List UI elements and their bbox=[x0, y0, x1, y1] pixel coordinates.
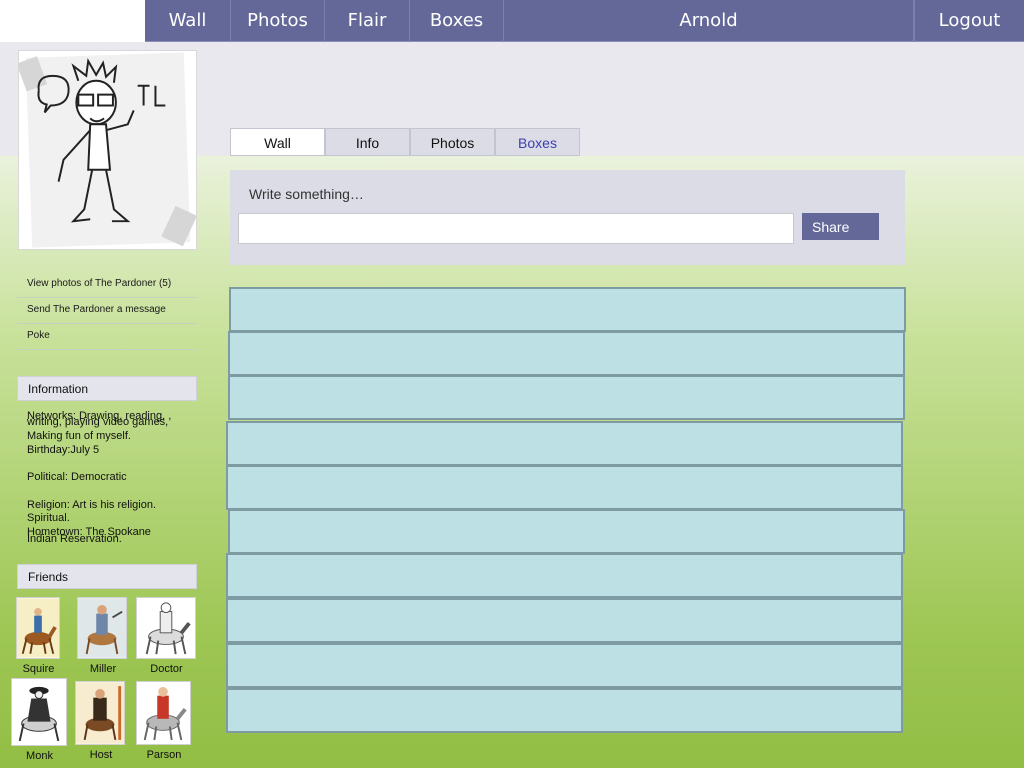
nav-flair[interactable]: Flair bbox=[325, 0, 410, 42]
nav-photos[interactable]: Photos bbox=[231, 0, 325, 42]
wall-post-input[interactable] bbox=[238, 213, 794, 244]
wall-post[interactable] bbox=[228, 375, 905, 420]
nav-user-name[interactable]: Arnold bbox=[504, 0, 914, 42]
friend-doctor-picture bbox=[136, 597, 196, 659]
nav-boxes[interactable]: Boxes bbox=[410, 0, 504, 42]
friend-parson-name: Parson bbox=[146, 749, 182, 761]
share-button[interactable]: Share bbox=[802, 213, 879, 240]
friends-header: Friends bbox=[17, 564, 197, 589]
wall-post[interactable] bbox=[226, 465, 903, 510]
info-religion-2: Spiritual. bbox=[27, 512, 70, 524]
wall-post[interactable] bbox=[226, 598, 903, 643]
tab-wall[interactable]: Wall bbox=[230, 128, 325, 156]
wall-post[interactable] bbox=[229, 287, 906, 332]
poke-link[interactable]: Poke bbox=[17, 324, 197, 350]
wall-composer: Write something… Share bbox=[230, 170, 905, 265]
info-hometown-2: Indian Reservation. bbox=[27, 533, 122, 545]
info-networks-3: Making fun of myself. bbox=[27, 430, 131, 442]
friend-parson[interactable]: Parson bbox=[136, 681, 192, 761]
topbar-blank bbox=[0, 0, 145, 42]
tab-info[interactable]: Info bbox=[325, 128, 410, 156]
friend-host-name: Host bbox=[89, 749, 113, 761]
information-header: Information bbox=[17, 376, 197, 401]
friend-squire[interactable]: Squire bbox=[16, 597, 61, 675]
composer-label: Write something… bbox=[249, 186, 364, 202]
info-religion-1: Religion: Art is his religion. bbox=[27, 499, 157, 511]
logout-button[interactable]: Logout bbox=[914, 0, 1024, 42]
wall-post[interactable] bbox=[226, 643, 903, 688]
wall-post[interactable] bbox=[228, 509, 905, 554]
friend-host-picture bbox=[75, 681, 125, 745]
friend-miller-picture bbox=[77, 597, 127, 659]
friend-squire-picture bbox=[16, 597, 60, 659]
info-networks-2: writing, playing video games, bbox=[27, 416, 169, 428]
info-political: Political: Democratic bbox=[27, 471, 127, 483]
top-navigation-bar: Wall Photos Flair Boxes Arnold Logout bbox=[145, 0, 1024, 42]
friend-monk-name: Monk bbox=[26, 750, 53, 762]
friend-monk-picture bbox=[11, 678, 67, 746]
friend-doctor-name: Doctor bbox=[150, 663, 183, 675]
wall-post[interactable] bbox=[226, 688, 903, 733]
wall-post[interactable] bbox=[226, 421, 903, 466]
profile-picture[interactable] bbox=[18, 50, 197, 250]
view-photos-link[interactable]: View photos of The Pardoner (5) bbox=[17, 272, 197, 298]
friend-doctor[interactable]: Doctor bbox=[136, 597, 197, 675]
tab-boxes[interactable]: Boxes bbox=[495, 128, 580, 156]
nav-wall[interactable]: Wall bbox=[145, 0, 231, 42]
info-birthday: Birthday:July 5 bbox=[27, 444, 100, 456]
friend-monk[interactable]: Monk bbox=[11, 678, 68, 762]
profile-actions: View photos of The Pardoner (5) Send The… bbox=[17, 272, 197, 350]
friend-miller-name: Miller bbox=[89, 663, 117, 675]
friend-squire-name: Squire bbox=[22, 663, 55, 675]
wall-post[interactable] bbox=[226, 553, 903, 598]
friend-miller[interactable]: Miller bbox=[77, 597, 129, 675]
wall-post[interactable] bbox=[228, 331, 905, 376]
friend-parson-picture bbox=[136, 681, 191, 745]
friend-host[interactable]: Host bbox=[75, 681, 127, 761]
tab-photos[interactable]: Photos bbox=[410, 128, 495, 156]
send-message-link[interactable]: Send The Pardoner a message bbox=[17, 298, 197, 324]
